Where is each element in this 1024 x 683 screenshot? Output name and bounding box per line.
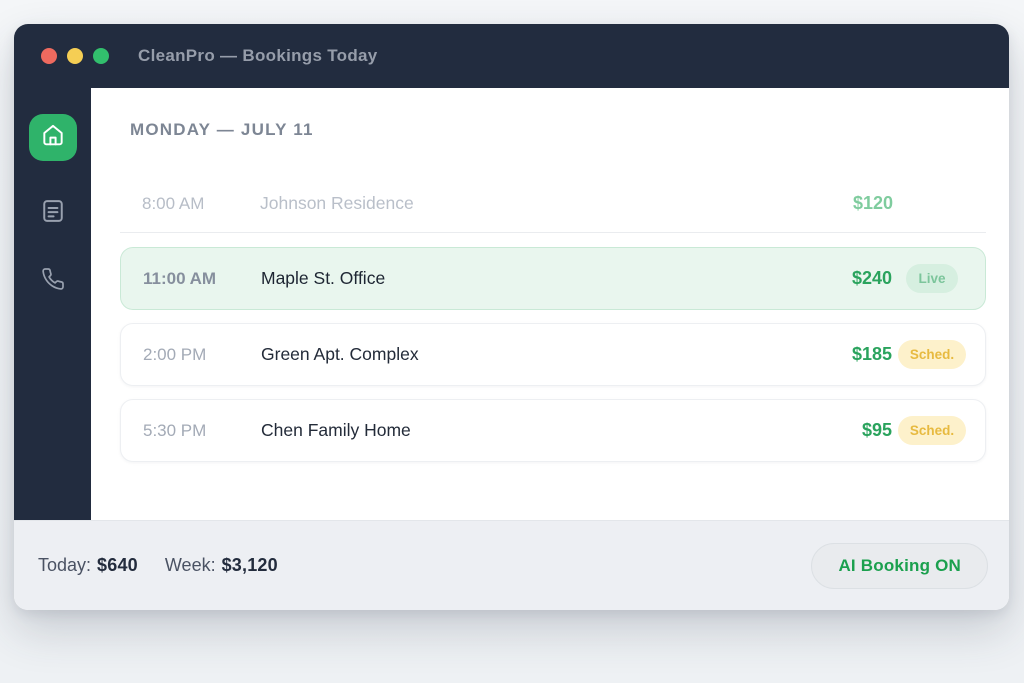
app-window: CleanPro — Bookings Today MONDAY — JULY … xyxy=(14,24,1009,610)
booking-time: 5:30 PM xyxy=(143,420,207,440)
today-total: Today: $640 xyxy=(38,555,138,576)
home-icon xyxy=(40,122,66,153)
booking-price: $95 xyxy=(861,420,892,440)
sidebar xyxy=(14,88,91,520)
booking-row-johnson[interactable]: 8:00 AM Johnson Residence $120 xyxy=(120,175,986,233)
booking-time: 2:00 PM xyxy=(143,344,207,364)
booking-client: Johnson Residence xyxy=(260,193,414,213)
status-badge-scheduled: Sched. xyxy=(897,416,967,445)
booking-client: Chen Family Home xyxy=(261,420,411,440)
minimize-window-button[interactable] xyxy=(67,48,83,64)
revenue-totals: Today: $640 Week: $3,120 xyxy=(38,555,278,576)
traffic-lights xyxy=(41,48,109,64)
booking-time: 8:00 AM xyxy=(142,193,205,213)
ai-booking-toggle-button[interactable]: AI Booking ON xyxy=(811,542,988,589)
booking-price: $240 xyxy=(851,268,892,288)
booking-row-maple[interactable]: 11:00 AM Maple St. Office $240 Live xyxy=(120,247,986,310)
window-title: CleanPro — Bookings Today xyxy=(138,46,378,65)
status-badge-live: Live xyxy=(906,264,958,293)
titlebar: CleanPro — Bookings Today xyxy=(14,24,1009,88)
booking-client: Maple St. Office xyxy=(261,268,386,288)
booking-price: $185 xyxy=(851,344,892,364)
list-icon xyxy=(39,197,67,230)
zoom-window-button[interactable] xyxy=(93,48,109,64)
week-label: Week: xyxy=(164,555,216,575)
booking-row-green-apt[interactable]: 2:00 PM Green Apt. Complex $185 Sched. xyxy=(120,323,986,386)
date-header: MONDAY — JULY 11 xyxy=(130,120,314,139)
phone-icon xyxy=(41,267,65,296)
sidebar-item-bookings[interactable] xyxy=(37,197,69,229)
footer-bar: Today: $640 Week: $3,120 AI Booking ON xyxy=(14,520,1009,610)
booking-client: Green Apt. Complex xyxy=(261,344,419,364)
booking-price: $120 xyxy=(852,193,893,213)
main-content: MONDAY — JULY 11 8:00 AM Johnson Residen… xyxy=(91,88,1009,520)
sidebar-item-calls[interactable] xyxy=(37,265,69,297)
booking-time: 11:00 AM xyxy=(143,268,217,288)
status-badge-scheduled: Sched. xyxy=(897,340,967,369)
today-value: $640 xyxy=(97,555,138,575)
booking-list: 8:00 AM Johnson Residence $120 11:00 AM … xyxy=(120,175,986,462)
week-total: Week: $3,120 xyxy=(165,555,278,576)
today-label: Today: xyxy=(38,555,92,575)
week-value: $3,120 xyxy=(221,555,278,575)
booking-row-chen[interactable]: 5:30 PM Chen Family Home $95 Sched. xyxy=(120,399,986,462)
close-window-button[interactable] xyxy=(41,48,57,64)
sidebar-item-home[interactable] xyxy=(28,114,77,161)
